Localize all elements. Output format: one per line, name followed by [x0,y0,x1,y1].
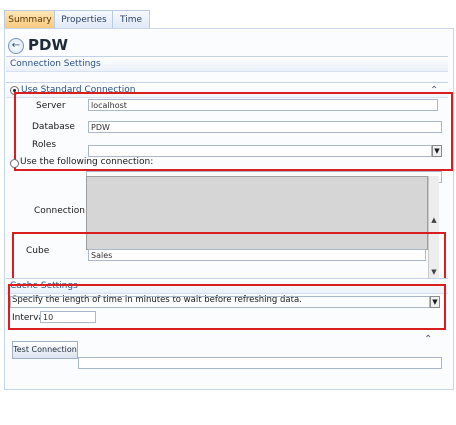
test-connection-button[interactable]: Test Connection [12,341,78,359]
use-following-radio[interactable] [10,159,19,168]
status-field [78,357,442,369]
scroll-up-icon[interactable]: ▲ [429,216,439,224]
highlight-cache [8,284,446,330]
tab-properties[interactable]: Properties [54,10,114,29]
section-connection-settings: Connection Settings [6,56,448,72]
use-following-label: Use the following connection: [20,157,154,167]
collapse-chevron-icon-2[interactable]: ⌃ [424,334,432,345]
tab-time[interactable]: Time [112,10,150,29]
tab-summary[interactable]: Summary [4,10,56,29]
back-arrow-icon[interactable]: ← [8,38,24,54]
highlight-cube [12,232,446,280]
